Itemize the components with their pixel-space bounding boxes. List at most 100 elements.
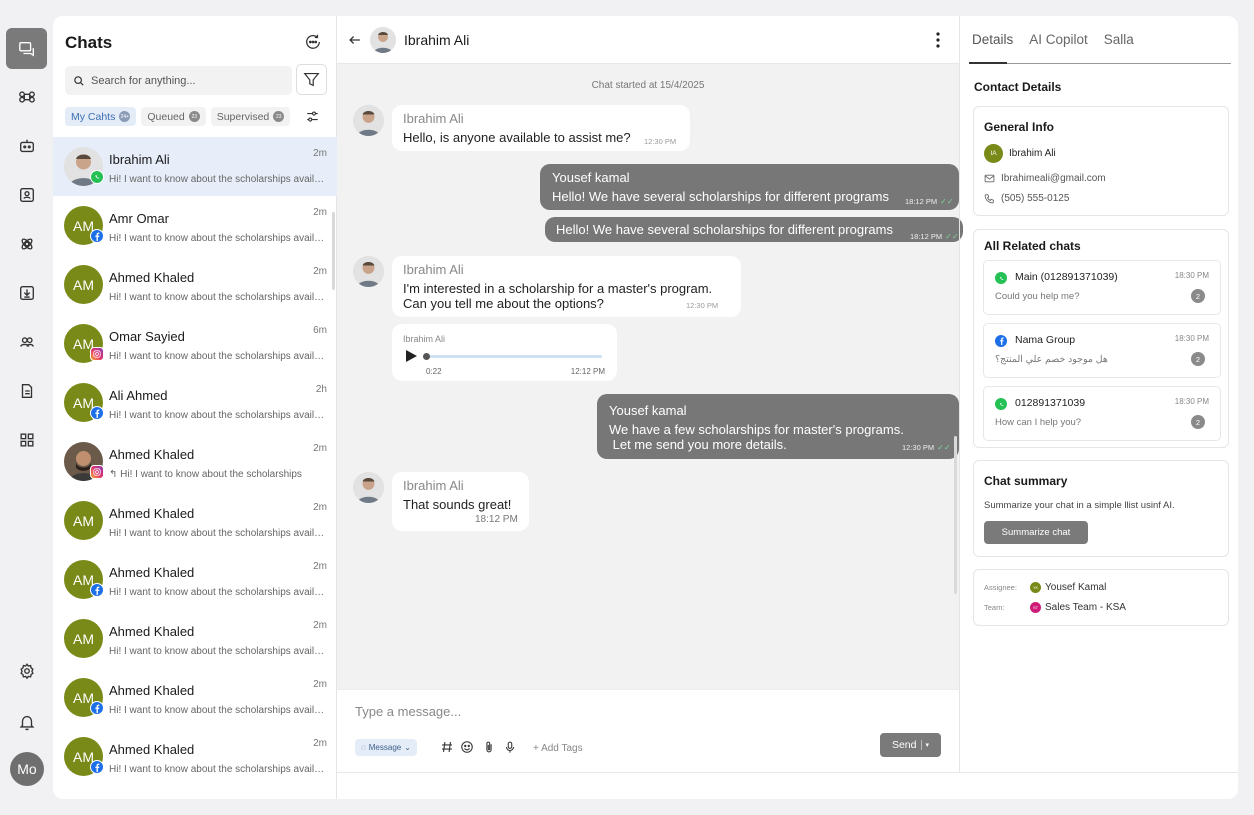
chat-name: Ahmed Khaled <box>109 565 195 580</box>
card-title: General Info <box>984 120 1055 134</box>
nav-notifications-button[interactable] <box>6 701 47 742</box>
nav-integrations-button[interactable] <box>6 223 47 264</box>
message-bubble-outgoing[interactable]: Hello! We have several scholarships for … <box>545 217 963 242</box>
nav-rail: Mo <box>0 0 53 815</box>
chat-list-item[interactable]: AM Ahmed Khaled 2m Hi! I want to know about… <box>53 491 337 550</box>
chat-list-item[interactable]: AM Ahmed Khaled 2m Hi! I want to know about… <box>53 609 337 668</box>
chat-preview: Hi! I want to know about the scholarship… <box>109 351 329 362</box>
nav-contacts-button[interactable] <box>6 174 47 215</box>
related-chat-message: هل موجود خصم علي المنتج؟ <box>995 354 1108 365</box>
chat-name: Ahmed Khaled <box>109 624 195 639</box>
play-icon[interactable] <box>406 350 417 362</box>
related-chat-time: 18:30 PM <box>1174 271 1209 280</box>
back-arrow-icon[interactable] <box>348 33 362 47</box>
tab-label: Queued <box>147 110 185 123</box>
nav-settings-button[interactable] <box>6 650 47 691</box>
unread-count-badge: 2 <box>1191 289 1205 303</box>
chat-list-item[interactable]: AM Ahmed Khaled 2m Hi! I want to know about… <box>53 255 337 314</box>
contact-name: Ibrahim Ali <box>404 32 470 48</box>
add-tags-button[interactable]: + Add Tags <box>533 743 583 754</box>
chat-list-item[interactable]: Ibrahim Ali 2m Hi! I want to know about th… <box>53 137 337 196</box>
voice-progress-knob[interactable] <box>423 353 430 360</box>
tab-ai-copilot[interactable]: AI Copilot <box>1029 32 1088 47</box>
contact-phone[interactable]: (505) 555-0125 <box>1001 193 1069 204</box>
nav-command-button[interactable] <box>6 76 47 117</box>
message-text: Let me send you more details. <box>609 437 787 452</box>
message-input[interactable] <box>355 704 855 719</box>
nav-download-button[interactable] <box>6 272 47 313</box>
related-chat-item[interactable]: 012891371039 18:30 PM How can I help you? 2 <box>983 386 1221 441</box>
paperclip-icon[interactable] <box>482 740 496 754</box>
microphone-icon[interactable] <box>503 740 517 754</box>
sliders-icon[interactable] <box>305 109 320 124</box>
message-time: 12:30 PM <box>902 443 935 452</box>
message-sender: Ibrahim Ali <box>403 262 464 277</box>
chat-name: Ahmed Khaled <box>109 506 195 521</box>
nav-apps-button[interactable] <box>6 419 47 460</box>
chat-name: Omar Sayied <box>109 329 185 344</box>
message-bubble-outgoing[interactable]: Yousef kamal We have a few scholarships … <box>597 394 959 459</box>
chat-summary-card: Chat summary Summarize your chat in a si… <box>973 460 1229 557</box>
person-photo-icon <box>353 256 384 287</box>
message-bubble-outgoing[interactable]: Yousef kamal Hello! We have several scho… <box>540 164 959 210</box>
chat-list-pane: Chats My Cahts24+ Queued23 Supervised23 … <box>53 16 337 799</box>
conversation-scrollbar[interactable] <box>954 436 957 594</box>
sender-avatar <box>353 105 384 136</box>
send-button[interactable]: Send ▾ <box>880 733 941 757</box>
related-chat-item[interactable]: Nama Group 18:30 PM هل موجود خصم علي المنت… <box>983 323 1221 378</box>
message-bubble-incoming[interactable]: Ibrahim Ali I'm interested in a scholars… <box>392 256 741 317</box>
assignee-name[interactable]: Yousef Kamal <box>1045 582 1106 593</box>
related-chat-time: 18:30 PM <box>1174 334 1209 343</box>
contact-email[interactable]: Ibrahimeali@gmail.com <box>1001 173 1106 184</box>
tab-details[interactable]: Details <box>972 32 1013 47</box>
chat-list-item[interactable]: AM Ahmed Khaled 2m Hi! I want to know about… <box>53 727 337 786</box>
message-text: Hello! We have several scholarships for … <box>556 222 893 237</box>
chat-list-item[interactable]: AM Omar Sayied 6m Hi! I want to know about … <box>53 314 337 373</box>
chat-name: Amr Omar <box>109 211 169 226</box>
tab-my-chats[interactable]: My Cahts 24+ <box>65 107 137 126</box>
chat-list-item[interactable]: AM Amr Omar 2m Hi! I want to know about the… <box>53 196 337 255</box>
caret-down-icon[interactable]: ▾ <box>926 741 930 749</box>
hashtag-icon[interactable] <box>440 740 454 754</box>
more-vertical-icon[interactable] <box>935 32 941 48</box>
voice-message: Ibrahim Ali 0:22 12:12 PM <box>392 324 617 381</box>
contact-avatar: AM <box>64 619 103 658</box>
tabs-divider <box>969 63 1231 64</box>
chat-time: 2m <box>313 738 327 749</box>
assignee-row: Assignee: YK Yousef Kamal <box>984 582 1106 593</box>
app-window: Chats My Cahts24+ Queued23 Supervised23 … <box>53 16 1238 799</box>
message-text: That sounds great! <box>403 497 512 512</box>
message-bubble-incoming[interactable]: Ibrahim Ali Hello, is anyone available t… <box>392 105 690 151</box>
related-chats-card: All Related chats Main (012891371039) 18:… <box>973 229 1229 448</box>
emoji-icon[interactable] <box>460 740 474 754</box>
tab-supervised[interactable]: Supervised 23 <box>210 107 291 126</box>
chat-list-item[interactable]: AM Ahmed Khaled 2m Hi! I want to know about… <box>53 550 337 609</box>
nav-documents-button[interactable] <box>6 370 47 411</box>
nav-chats-button[interactable] <box>6 28 47 69</box>
chat-name: Ahmed Khaled <box>109 447 195 462</box>
filter-button[interactable] <box>296 64 327 95</box>
related-chat-item[interactable]: Main (012891371039) 18:30 PM Could you hel… <box>983 260 1221 315</box>
chat-list-item[interactable]: AM Ali Ahmed 2h Hi! I want to know about th… <box>53 373 337 432</box>
nav-bot-button[interactable] <box>6 125 47 166</box>
tab-queued[interactable]: Queued 23 <box>141 107 206 126</box>
contact-initials-avatar: IA <box>984 144 1003 163</box>
user-avatar[interactable]: Mo <box>10 752 44 786</box>
list-scrollbar[interactable] <box>332 212 335 290</box>
tab-salla[interactable]: Salla <box>1104 32 1134 47</box>
contact-phone-row: (505) 555-0125 <box>984 193 1069 204</box>
chat-list-item[interactable]: AM Ahmed Khaled 2m Hi! I want to know about… <box>53 668 337 727</box>
contact-avatar[interactable] <box>370 27 396 53</box>
nav-team-button[interactable] <box>6 321 47 362</box>
tab-count-badge: 24+ <box>119 111 131 122</box>
team-name[interactable]: Sales Team - KSA <box>1045 602 1126 613</box>
summarize-chat-button[interactable]: Summarize chat <box>984 521 1088 544</box>
message-bubble-incoming[interactable]: Ibrahim Ali That sounds great! 18:12 PM <box>392 472 529 531</box>
search-input[interactable] <box>91 74 281 87</box>
sender-avatar <box>353 256 384 287</box>
voice-progress-track[interactable] <box>425 355 602 358</box>
message-type-dropdown[interactable]: ◌ Message ⌄ <box>355 739 417 756</box>
new-chat-icon[interactable] <box>304 33 322 51</box>
chat-list-item[interactable]: Ahmed Khaled 2m ↰ Hi! I want to know about… <box>53 432 337 491</box>
chat-time: 2m <box>313 561 327 572</box>
